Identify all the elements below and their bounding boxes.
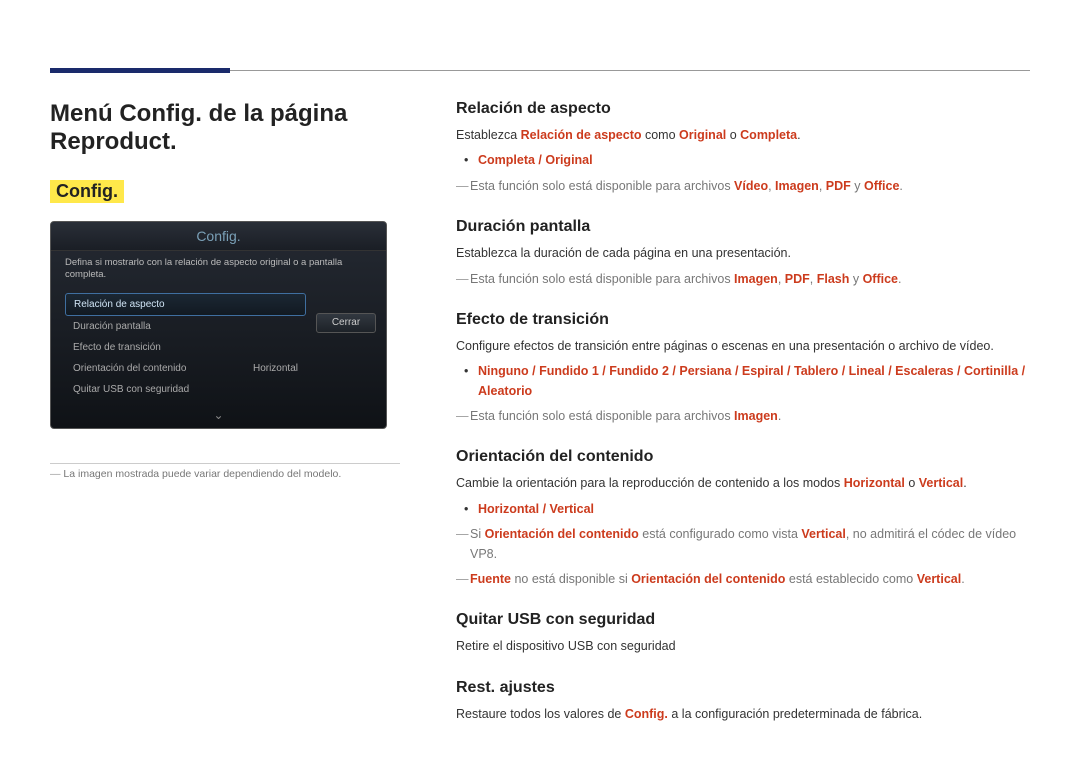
text: . [899, 179, 902, 193]
mock-item-label: Efecto de transición [73, 342, 161, 353]
page-columns: Menú Config. de la página Reproduct. Con… [50, 100, 1030, 730]
text: Esta función solo está disponible para a… [470, 272, 734, 286]
keyword: Office [863, 272, 898, 286]
text: , [768, 179, 775, 193]
heading-reset: Rest. ajustes [456, 679, 1030, 697]
text: . [797, 128, 800, 142]
mock-item-orientation[interactable]: Orientación del contenido Horizontal [65, 358, 306, 379]
note-orientation-1: Si Orientación del contenido está config… [456, 525, 1030, 564]
text: Establezca [456, 128, 521, 142]
mock-item-label: Quitar USB con seguridad [73, 384, 189, 395]
text: , [778, 272, 785, 286]
config-dialog-mockup: Config. Defina si mostrarlo con la relac… [50, 221, 387, 429]
text: está configurado como vista [639, 527, 802, 541]
sub-heading-config: Config. [50, 180, 124, 203]
heading-duration: Duración pantalla [456, 218, 1030, 236]
text: , [810, 272, 817, 286]
text: Esta función solo está disponible para a… [470, 179, 734, 193]
page-title: Menú Config. de la página Reproduct. [50, 100, 400, 156]
keyword: Orientación del contenido [631, 572, 785, 586]
text: está establecido como [785, 572, 916, 586]
mock-item-label: Orientación del contenido [73, 363, 186, 374]
text: Si [470, 527, 485, 541]
image-vary-note: La imagen mostrada puede variar dependie… [50, 463, 400, 480]
text: . [778, 409, 781, 423]
mock-item-transition[interactable]: Efecto de transición [65, 337, 306, 358]
text: . [898, 272, 901, 286]
mock-item-duration[interactable]: Duración pantalla [65, 316, 306, 337]
text: Restaure todos los valores de [456, 707, 625, 721]
keyword: Fuente [470, 572, 511, 586]
heading-aspect: Relación de aspecto [456, 100, 1030, 118]
options-transition: Ninguno / Fundido 1 / Fundido 2 / Persia… [456, 362, 1030, 401]
keyword: Vídeo [734, 179, 768, 193]
text: . [963, 476, 966, 490]
mock-item-usb[interactable]: Quitar USB con seguridad [65, 379, 306, 400]
text: , [819, 179, 826, 193]
body-duration: Establezca la duración de cada página en… [456, 244, 1030, 263]
keyword: Vertical [917, 572, 961, 586]
mock-help-text: Defina si mostrarlo con la relación de a… [51, 251, 386, 291]
text: a la configuración predeterminada de fáb… [668, 707, 922, 721]
mock-item-value: Horizontal [253, 363, 298, 374]
keyword: Completa [740, 128, 797, 142]
body-usb: Retire el dispositivo USB con seguridad [456, 637, 1030, 656]
body-reset: Restaure todos los valores de Config. a … [456, 705, 1030, 724]
mock-body: Relación de aspecto Duración pantalla Ef… [51, 291, 386, 408]
chevron-down-icon[interactable]: ⌄ [51, 408, 386, 428]
text: y [851, 179, 864, 193]
keyword: Imagen [775, 179, 819, 193]
body-aspect: Establezca Relación de aspecto como Orig… [456, 126, 1030, 145]
heading-transition: Efecto de transición [456, 311, 1030, 329]
keyword: Office [864, 179, 899, 193]
keyword: Config. [625, 707, 668, 721]
keyword: Orientación del contenido [485, 527, 639, 541]
text: Cambie la orientación para la reproducci… [456, 476, 844, 490]
body-transition: Configure efectos de transición entre pá… [456, 337, 1030, 356]
heading-orientation: Orientación del contenido [456, 448, 1030, 466]
keyword: Horizontal [844, 476, 905, 490]
text: o [905, 476, 919, 490]
note-transition: Esta función solo está disponible para a… [456, 407, 1030, 426]
options-orientation: Horizontal / Vertical [456, 500, 1030, 519]
keyword: Relación de aspecto [521, 128, 642, 142]
text: Esta función solo está disponible para a… [470, 409, 734, 423]
mock-item-label: Relación de aspecto [74, 299, 165, 310]
left-column: Menú Config. de la página Reproduct. Con… [50, 100, 400, 730]
mock-item-aspect[interactable]: Relación de aspecto [65, 293, 306, 316]
text: o [726, 128, 740, 142]
mock-list: Relación de aspecto Duración pantalla Ef… [65, 293, 306, 400]
top-rule-accent [50, 68, 230, 73]
keyword: Flash [817, 272, 850, 286]
text: no está disponible si [511, 572, 631, 586]
note-aspect: Esta función solo está disponible para a… [456, 177, 1030, 196]
text: . [961, 572, 964, 586]
keyword: Vertical [919, 476, 963, 490]
keyword: PDF [826, 179, 851, 193]
text: y [849, 272, 862, 286]
keyword: Imagen [734, 409, 778, 423]
right-column: Relación de aspecto Establezca Relación … [456, 100, 1030, 730]
note-orientation-2: Fuente no está disponible si Orientación… [456, 570, 1030, 589]
keyword: Original [679, 128, 726, 142]
text: como [642, 128, 680, 142]
mock-close-button[interactable]: Cerrar [316, 313, 376, 333]
mock-title: Config. [51, 222, 386, 251]
body-orientation: Cambie la orientación para la reproducci… [456, 474, 1030, 493]
keyword: PDF [785, 272, 810, 286]
note-duration: Esta función solo está disponible para a… [456, 270, 1030, 289]
keyword: Vertical [801, 527, 845, 541]
options-aspect: Completa / Original [456, 151, 1030, 170]
mock-item-label: Duración pantalla [73, 321, 151, 332]
keyword: Imagen [734, 272, 778, 286]
heading-usb: Quitar USB con seguridad [456, 611, 1030, 629]
